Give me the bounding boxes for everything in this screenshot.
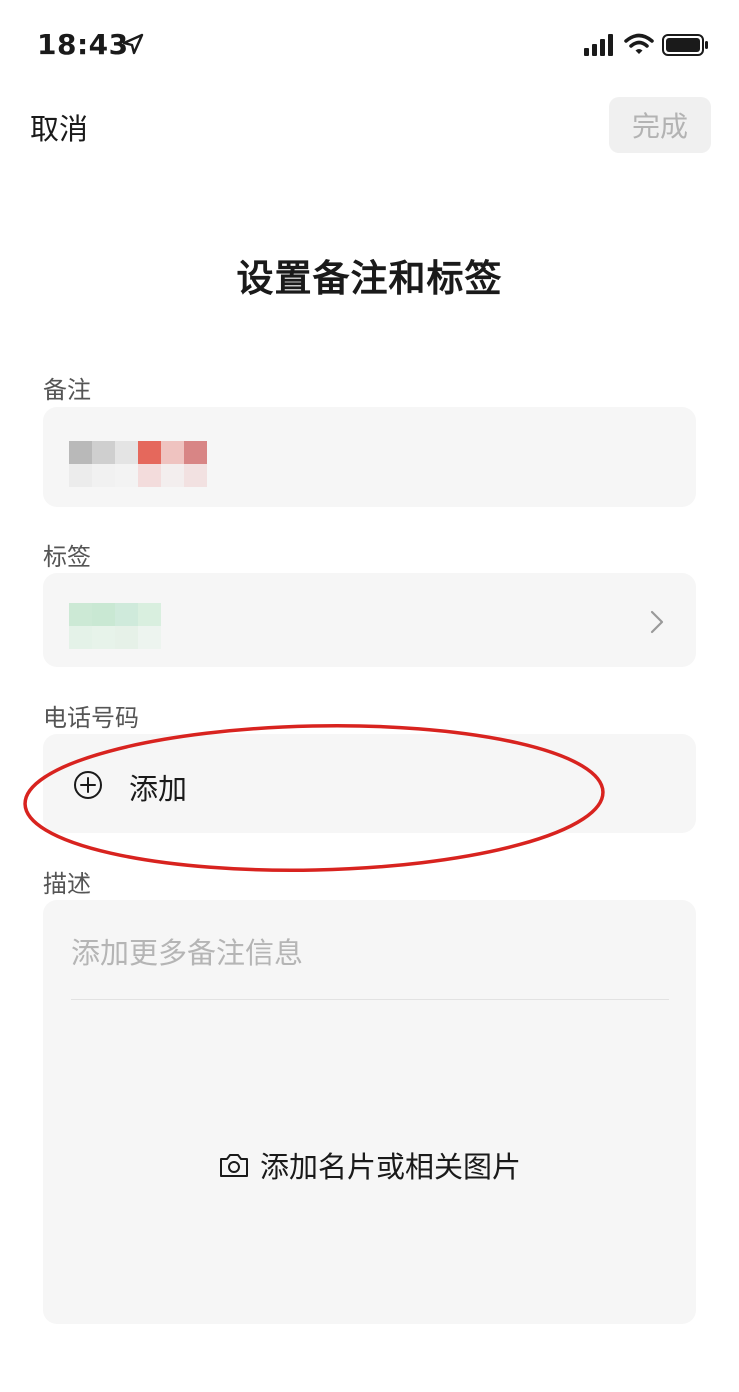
location-arrow-icon — [122, 33, 144, 55]
description-field: 添加更多备注信息 添加名片或相关图片 — [43, 900, 696, 1324]
wifi-icon — [624, 33, 654, 54]
status-time: 18:43 — [37, 28, 129, 61]
add-photo-button[interactable]: 添加名片或相关图片 — [43, 1144, 696, 1186]
battery-icon — [662, 34, 708, 56]
status-bar: 18:43 — [0, 0, 739, 90]
signal-icon — [584, 34, 613, 56]
cancel-button[interactable]: 取消 — [30, 106, 88, 148]
description-label: 描述 — [43, 870, 91, 898]
add-phone-label: 添加 — [129, 772, 188, 806]
phone-label: 电话号码 — [43, 704, 139, 732]
plus-circle-icon — [74, 771, 102, 799]
tags-redacted-value — [69, 603, 161, 649]
chevron-right-icon — [650, 610, 664, 634]
remark-redacted-value — [69, 441, 207, 487]
remark-field[interactable] — [43, 407, 696, 507]
tags-field[interactable] — [43, 573, 696, 667]
page-title: 设置备注和标签 — [236, 257, 503, 300]
description-input[interactable]: 添加更多备注信息 — [71, 930, 669, 1000]
add-phone-button[interactable]: 添加 — [43, 734, 696, 833]
tags-label: 标签 — [43, 543, 91, 571]
done-button[interactable]: 完成 — [609, 97, 711, 153]
add-photo-label: 添加名片或相关图片 — [259, 1150, 521, 1184]
camera-icon — [219, 1154, 248, 1177]
remark-label: 备注 — [43, 376, 91, 404]
